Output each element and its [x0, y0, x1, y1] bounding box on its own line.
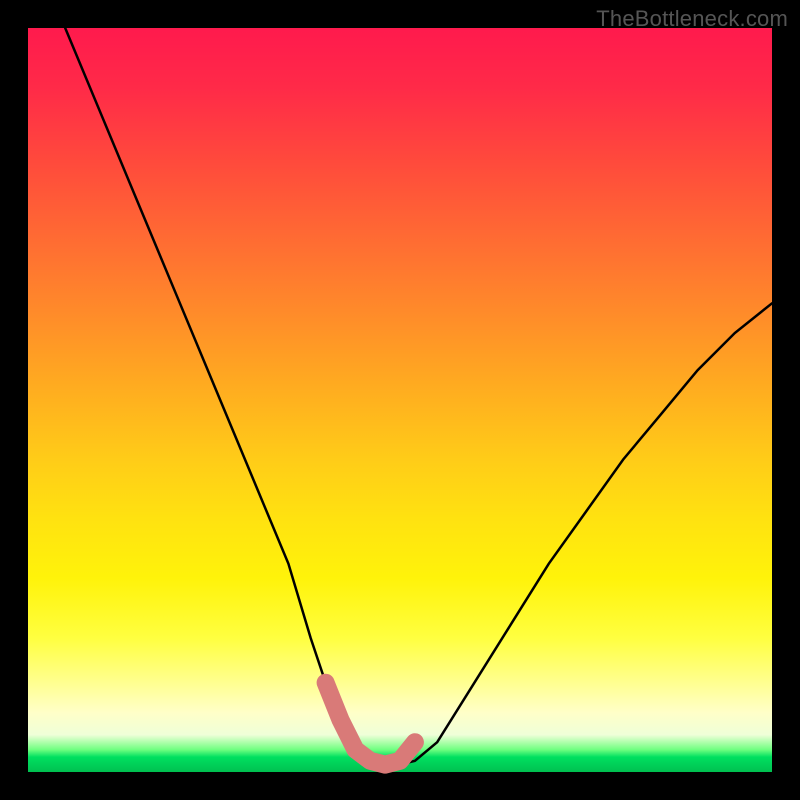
valley-highlight-path	[326, 683, 415, 765]
chart-frame: TheBottleneck.com	[0, 0, 800, 800]
bottleneck-curve-path	[65, 28, 772, 765]
gradient-plot-area	[28, 28, 772, 772]
bottleneck-curve-svg	[28, 28, 772, 772]
